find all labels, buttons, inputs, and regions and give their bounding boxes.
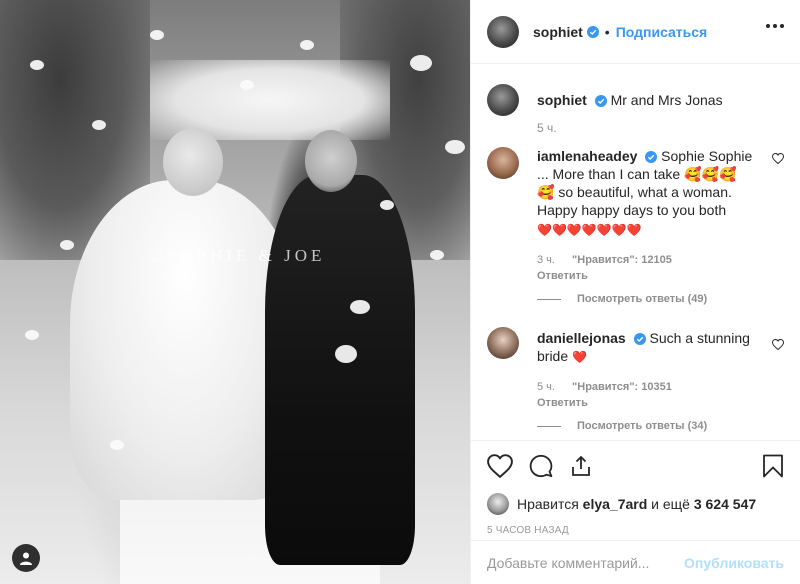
photo-watermark: ©SOPHIE & JOE	[150, 246, 326, 265]
comment-emoji: 🥰🥰🥰	[684, 166, 737, 182]
comment-meta: 5 ч. "Нравится": 10351 Ответить	[537, 380, 756, 410]
petal	[350, 300, 370, 314]
comment-likes[interactable]: "Нравится": 10351	[572, 381, 672, 393]
photo-groom-suit	[265, 175, 415, 565]
photo-groom-head	[305, 130, 357, 192]
comment-body: iamlenaheadey Sophie Sophie ... More tha…	[537, 147, 756, 283]
comment-likes[interactable]: "Нравится": 12105	[572, 254, 672, 266]
comment-item: iamlenaheadey Sophie Sophie ... More tha…	[487, 147, 785, 283]
post-time[interactable]: 5 ЧАСОВ НАЗАД	[487, 525, 784, 536]
comment-time[interactable]: 3 ч.	[537, 254, 555, 266]
liked-by-avatar	[487, 493, 509, 515]
post-side-panel: sophiet • Подписаться sophiet Mr and Mrs…	[470, 0, 800, 584]
author-avatar[interactable]	[487, 15, 519, 48]
caption-time[interactable]: 5 ч.	[537, 121, 784, 135]
tagged-users-button[interactable]	[12, 544, 40, 572]
photo-bride-head	[163, 128, 223, 196]
view-replies-label: Посмотреть ответы (34)	[577, 420, 708, 432]
caption-body: sophiet Mr and Mrs Jonas 5 ч.	[537, 91, 784, 135]
comment-like-icon[interactable]	[771, 151, 785, 167]
commenter-avatar[interactable]	[487, 327, 519, 359]
petal	[335, 345, 357, 363]
comments-list[interactable]: sophiet Mr and Mrs Jonas 5 ч. iamlenahea…	[471, 64, 800, 440]
header-separator: •	[604, 23, 610, 40]
view-replies-line	[537, 425, 561, 427]
comment-username[interactable]: daniellejonas	[537, 330, 626, 346]
comment-username[interactable]: iamlenaheadey	[537, 148, 637, 164]
verified-badge-icon	[645, 151, 658, 164]
petal	[60, 240, 74, 250]
bookmark-icon[interactable]	[762, 454, 784, 481]
comment-time[interactable]: 5 ч.	[537, 381, 555, 393]
author-username[interactable]: sophiet	[533, 24, 583, 40]
follow-button[interactable]: Подписаться	[616, 24, 708, 40]
view-replies-label: Посмотреть ответы (49)	[577, 293, 708, 305]
comment-like-icon[interactable]	[771, 337, 785, 353]
view-replies-line	[537, 298, 561, 300]
action-icons	[487, 447, 784, 487]
publish-button[interactable]: Опубликовать	[684, 555, 784, 571]
post-actions: Нравится elya_7ard и ещё 3 624 547 5 ЧАС…	[471, 440, 800, 536]
comment-icon[interactable]	[529, 454, 553, 481]
add-comment-bar: Опубликовать	[471, 540, 800, 584]
liked-by-suffix: и ещё	[651, 496, 690, 512]
petal	[150, 30, 164, 40]
comment-emoji: 🥰	[537, 184, 555, 200]
comment-text: so beautiful, what a woman. Happy happy …	[537, 184, 732, 218]
verified-badge-icon	[586, 25, 599, 38]
reply-button[interactable]: Ответить	[537, 396, 756, 410]
view-replies-button[interactable]: Посмотреть ответы (34)	[537, 420, 784, 432]
petal	[430, 250, 444, 260]
liked-by[interactable]: Нравится elya_7ard и ещё 3 624 547	[487, 491, 784, 517]
petal	[300, 40, 314, 50]
comment-emoji: ❤️	[572, 350, 587, 364]
more-options-icon[interactable]	[766, 24, 784, 28]
caption-text: Mr and Mrs Jonas	[610, 92, 723, 108]
petal	[110, 440, 124, 450]
verified-badge-icon	[633, 333, 646, 346]
liked-by-count[interactable]: 3 624 547	[694, 496, 756, 512]
petal	[410, 55, 432, 71]
heart-icon[interactable]	[487, 453, 513, 481]
reply-button[interactable]: Ответить	[537, 269, 756, 283]
view-replies-button[interactable]: Посмотреть ответы (49)	[537, 293, 784, 305]
caption-avatar[interactable]	[487, 84, 519, 116]
petal	[380, 200, 394, 210]
comment-item: daniellejonas Such a stunning bride ❤️ 5…	[487, 327, 785, 410]
commenter-avatar[interactable]	[487, 147, 519, 179]
author-block: sophiet • Подписаться	[533, 24, 707, 40]
comment-input[interactable]	[487, 554, 685, 571]
user-icon	[20, 552, 32, 565]
petal	[30, 60, 44, 70]
petal	[240, 80, 254, 90]
petal	[25, 330, 39, 340]
post-photo[interactable]: ©SOPHIE & JOE	[0, 0, 470, 584]
verified-badge-icon	[594, 95, 607, 108]
comment-emoji: ❤️❤️❤️❤️❤️❤️❤️	[537, 223, 642, 237]
caption-username[interactable]: sophiet	[537, 92, 587, 108]
comment-meta: 3 ч. "Нравится": 12105 Ответить	[537, 253, 756, 283]
liked-by-prefix: Нравится	[517, 496, 579, 512]
post-header: sophiet • Подписаться	[471, 0, 800, 64]
caption-row: sophiet Mr and Mrs Jonas 5 ч.	[487, 84, 784, 135]
comment-body: daniellejonas Such a stunning bride ❤️ 5…	[537, 329, 756, 410]
petal	[92, 120, 106, 130]
share-icon[interactable]	[569, 454, 593, 481]
petal	[445, 140, 465, 154]
liked-by-user[interactable]: elya_7ard	[583, 496, 648, 512]
